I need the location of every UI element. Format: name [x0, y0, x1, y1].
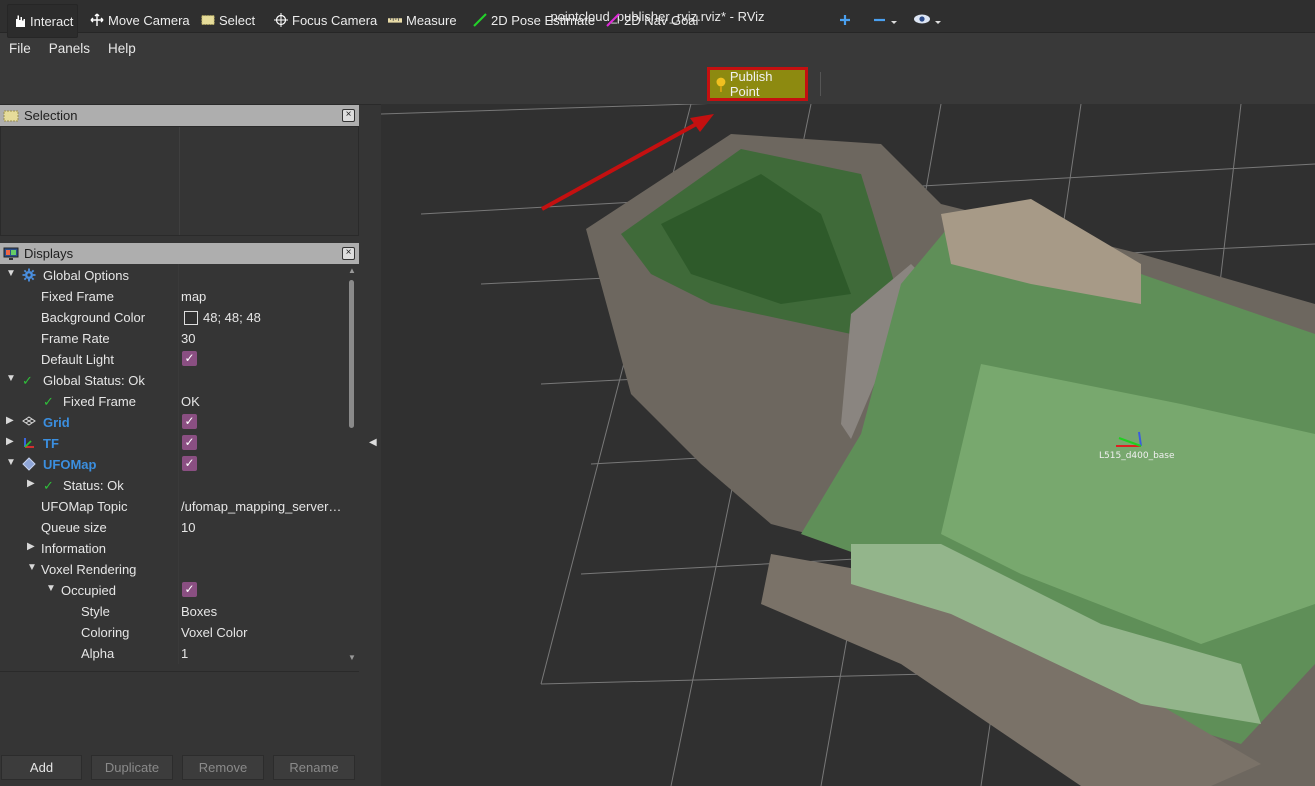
- annotation-arrow: [541, 114, 714, 211]
